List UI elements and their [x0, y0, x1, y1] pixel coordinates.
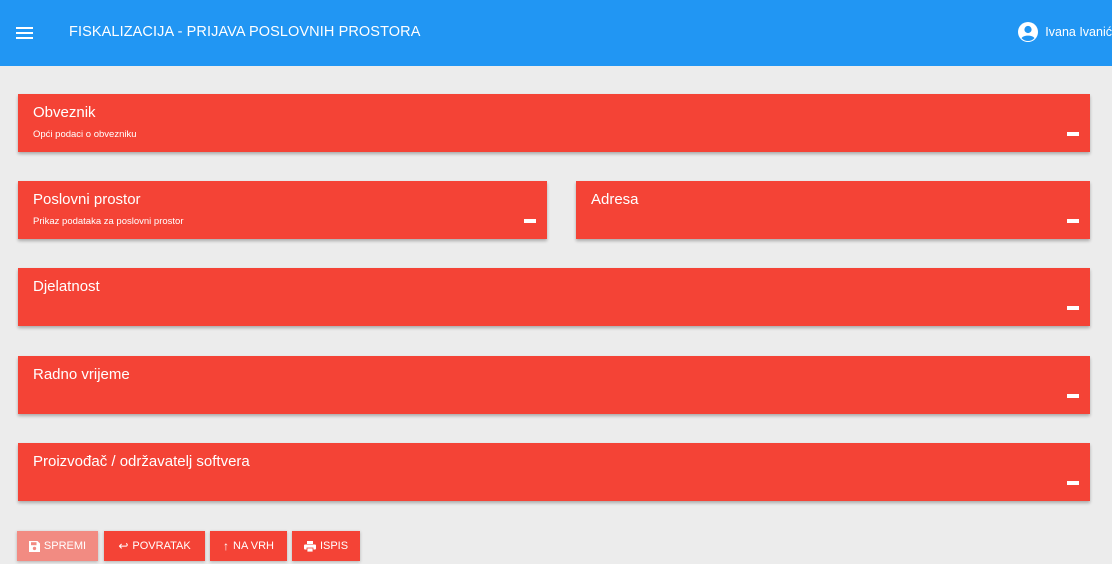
section-title: Radno vrijeme: [33, 366, 130, 383]
user-name: Ivana Ivanić: [1045, 25, 1112, 39]
minus-icon[interactable]: [1067, 306, 1079, 310]
minus-icon[interactable]: [1067, 132, 1079, 136]
minus-icon[interactable]: [1067, 481, 1079, 485]
section-subtitle: Prikaz podataka za poslovni prostor: [33, 216, 184, 227]
back-button-label: POVRATAK: [132, 540, 191, 552]
return-arrow-icon: ↩: [118, 539, 129, 553]
save-button-label: SPREMI: [43, 540, 87, 552]
section-adresa[interactable]: Adresa: [576, 181, 1090, 239]
account-circle-icon: [1018, 22, 1039, 42]
back-button[interactable]: ↩ POVRATAK: [104, 531, 205, 561]
hamburger-menu-icon[interactable]: [12, 20, 38, 46]
section-obveznik[interactable]: Obveznik Opći podaci o obvezniku: [18, 94, 1090, 152]
scroll-top-button[interactable]: ↑ NA VRH: [210, 531, 287, 561]
section-poslovni-prostor[interactable]: Poslovni prostor Prikaz podataka za posl…: [18, 181, 547, 239]
section-radno-vrijeme[interactable]: Radno vrijeme: [18, 356, 1090, 414]
arrow-up-icon: ↑: [223, 539, 230, 553]
minus-icon[interactable]: [524, 219, 536, 223]
section-djelatnost[interactable]: Djelatnost: [18, 268, 1090, 326]
section-title: Adresa: [591, 191, 639, 208]
section-title: Obveznik: [33, 104, 96, 121]
minus-icon[interactable]: [1067, 394, 1079, 398]
section-title: Djelatnost: [33, 278, 100, 295]
section-proizvodac[interactable]: Proizvođač / održavatelj softvera: [18, 443, 1090, 501]
save-button[interactable]: SPREMI: [17, 531, 98, 561]
print-button[interactable]: ISPIS: [292, 531, 360, 561]
page-title: FISKALIZACIJA - PRIJAVA POSLOVNIH PROSTO…: [69, 24, 421, 40]
scroll-top-button-label: NA VRH: [233, 540, 274, 552]
section-title: Poslovni prostor: [33, 191, 141, 208]
app-bar: FISKALIZACIJA - PRIJAVA POSLOVNIH PROSTO…: [0, 0, 1112, 66]
print-icon: [303, 540, 316, 552]
section-title: Proizvođač / održavatelj softvera: [33, 453, 250, 470]
print-button-label: ISPIS: [319, 540, 349, 552]
minus-icon[interactable]: [1067, 219, 1079, 223]
save-icon: [28, 540, 40, 552]
user-menu[interactable]: Ivana Ivanić: [1018, 21, 1112, 43]
section-subtitle: Opći podaci o obvezniku: [33, 129, 137, 140]
